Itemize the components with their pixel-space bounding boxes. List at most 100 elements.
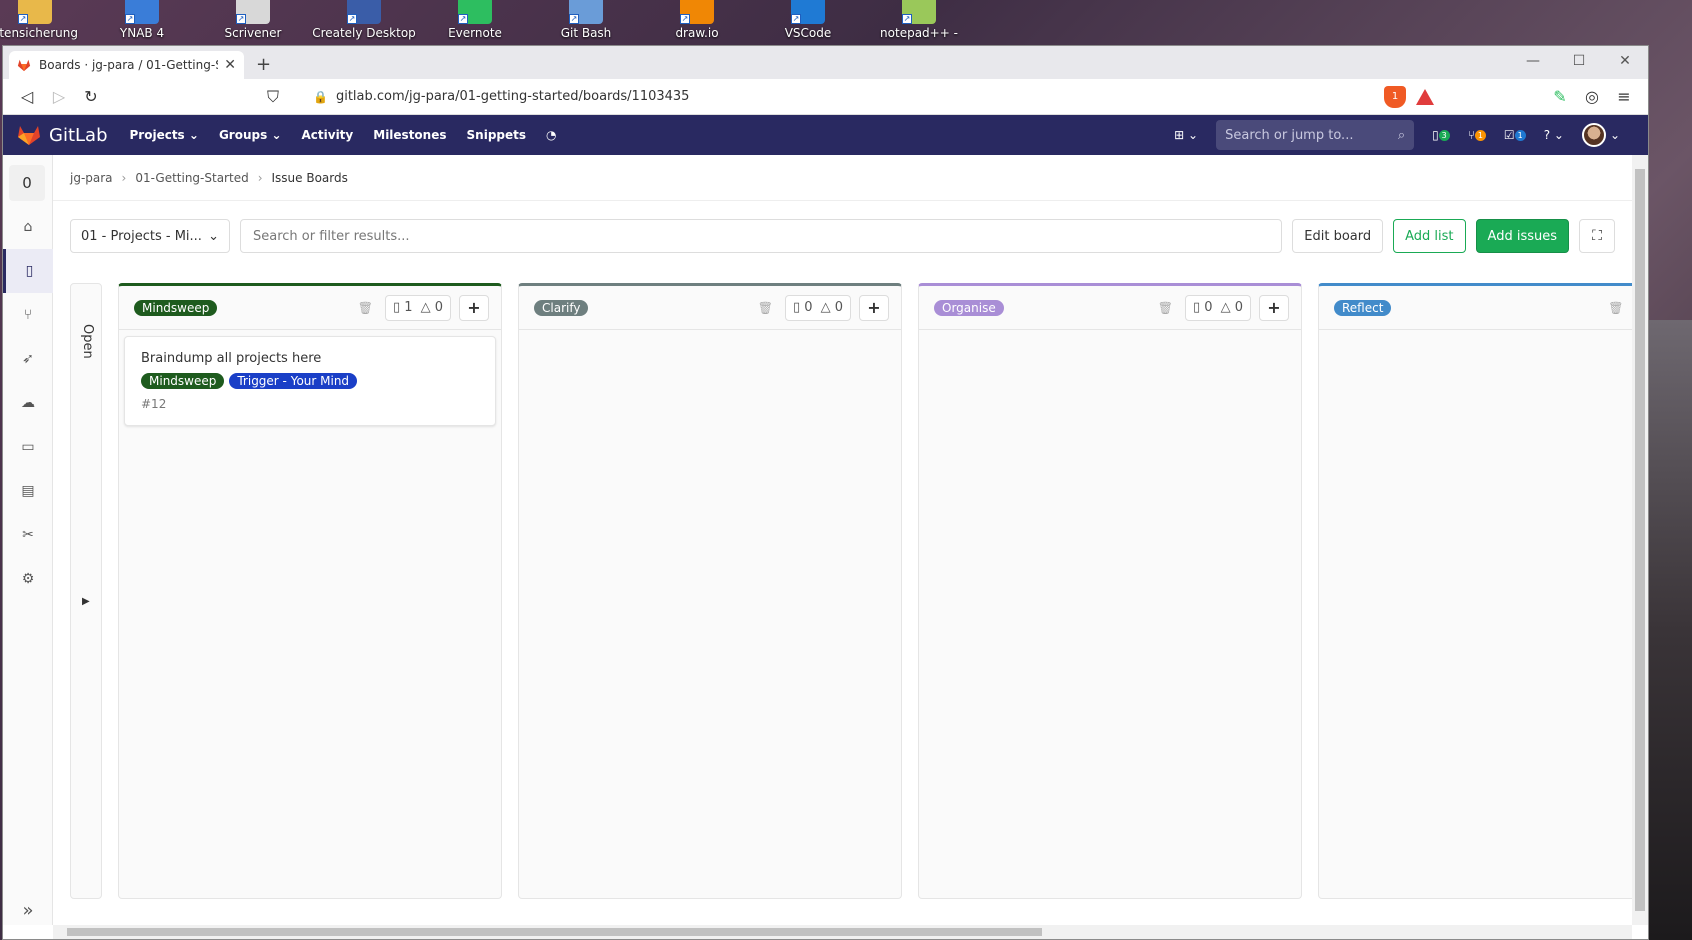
- browser-menu-icon[interactable]: ≡: [1608, 87, 1640, 106]
- close-window-icon[interactable]: ✕: [1602, 46, 1648, 76]
- brave-rewards-icon[interactable]: [1416, 88, 1434, 105]
- trash-icon[interactable]: 🗑: [758, 301, 773, 315]
- top-nav: Projects ⌄ Groups ⌄ Activity Milestones …: [130, 128, 557, 142]
- clipboard-icon[interactable]: ▤: [3, 469, 53, 513]
- issues-shortcut[interactable]: ▯ 3: [1432, 128, 1450, 142]
- global-search-input[interactable]: Search or jump to... ⌕: [1216, 120, 1415, 150]
- new-tab-icon[interactable]: +: [256, 54, 271, 75]
- desktop-icon-drawio[interactable]: ↗ draw.io: [642, 0, 752, 40]
- weight-icon: △: [1220, 300, 1231, 315]
- nav-milestones[interactable]: Milestones: [373, 128, 446, 142]
- nav-projects[interactable]: Projects ⌄: [130, 128, 199, 142]
- breadcrumb-current[interactable]: Issue Boards: [272, 171, 348, 185]
- brave-shield-icon[interactable]: 1: [1384, 85, 1406, 108]
- nav-groups[interactable]: Groups ⌄: [219, 128, 282, 142]
- caret-right-icon[interactable]: ▶: [82, 596, 90, 607]
- maximize-icon[interactable]: ☐: [1556, 46, 1602, 76]
- header-right: ⊞ ⌄ Search or jump to... ⌕ ▯ 3 ⑂ 1 ☑ 1 ? ⌄ …: [1174, 120, 1648, 150]
- project-avatar[interactable]: 0: [9, 165, 45, 201]
- user-menu[interactable]: ⌄: [1581, 123, 1620, 147]
- issues-nav-icon[interactable]: ▯: [3, 249, 53, 293]
- minimize-icon[interactable]: —: [1510, 46, 1556, 76]
- list-header: Clarify 🗑 ▯ 0 △ 0 +: [519, 286, 901, 330]
- desktop-icon-git-bash[interactable]: ↗ Git Bash: [531, 0, 641, 40]
- add-issue-button[interactable]: +: [1259, 294, 1289, 321]
- performance-bar-icon[interactable]: ◔: [546, 128, 556, 142]
- horizontal-scrollbar[interactable]: [53, 925, 1632, 939]
- close-tab-icon[interactable]: ✕: [224, 57, 236, 73]
- url-text: gitlab.com/jg-para/01-getting-started/bo…: [335, 89, 690, 104]
- operations-icon[interactable]: ☁: [3, 381, 53, 425]
- edit-board-button[interactable]: Edit board: [1292, 219, 1384, 253]
- scrollbar-thumb[interactable]: [67, 928, 1042, 936]
- issues-count: ▯ 1: [393, 300, 413, 315]
- trash-icon[interactable]: 🗑: [1158, 301, 1173, 315]
- issue-title[interactable]: Braindump all projects here: [141, 351, 479, 366]
- tab-bar: Boards · jg-para / 01-Getting-Start ✕ + …: [3, 46, 1648, 79]
- desktop-icon-creately[interactable]: ↗ Creately Desktop: [309, 0, 419, 40]
- open-list-label: Open: [80, 324, 95, 359]
- vscode-icon: ↗: [791, 0, 825, 24]
- new-item-dropdown[interactable]: ⊞ ⌄: [1174, 128, 1198, 142]
- help-icon: ?: [1543, 128, 1551, 142]
- back-icon[interactable]: ◁: [11, 83, 43, 111]
- collapse-sidebar-icon[interactable]: »: [3, 900, 53, 921]
- open-list-collapsed[interactable]: Open ▶: [70, 283, 102, 899]
- list-tools: 🗑 ▯ 0 △: [1608, 295, 1632, 321]
- filter-search-input[interactable]: Search or filter results...: [240, 219, 1283, 253]
- desktop-icon-ynab[interactable]: ↗ YNAB 4: [87, 0, 197, 40]
- breadcrumb-project[interactable]: 01-Getting-Started: [135, 171, 248, 185]
- desktop-icon-notepadpp[interactable]: ↗ notepad++ -: [864, 0, 974, 40]
- settings-gear-icon[interactable]: ⚙: [3, 557, 53, 601]
- desktop-icon-evernote[interactable]: ↗ Evernote: [420, 0, 530, 40]
- board-lists: Open ▶ Mindsweep 🗑 ▯ 1 △ 0 + Braindump a…: [70, 283, 1632, 899]
- desktop-icon-scrivener[interactable]: ↗ Scrivener: [198, 0, 308, 40]
- forward-icon[interactable]: ▷: [43, 83, 75, 111]
- todos-shortcut[interactable]: ☑ 1: [1504, 128, 1526, 142]
- scrivener-icon: ↗: [236, 0, 270, 24]
- expand-icon: ⛶: [1592, 228, 1602, 244]
- issue-label[interactable]: Trigger - Your Mind: [229, 373, 358, 389]
- merge-requests-nav-icon[interactable]: ⑂: [3, 293, 53, 337]
- bookmark-icon[interactable]: ⛉: [257, 83, 289, 111]
- issue-label[interactable]: Mindsweep: [141, 373, 225, 389]
- trash-icon[interactable]: 🗑: [1608, 301, 1623, 315]
- list-header: Mindsweep 🗑 ▯ 1 △ 0 +: [119, 286, 501, 330]
- list-header: Organise 🗑 ▯ 0 △ 0 +: [919, 286, 1301, 330]
- nav-snippets[interactable]: Snippets: [467, 128, 527, 142]
- help-dropdown[interactable]: ? ⌄: [1544, 128, 1564, 142]
- todo-check-icon: ☑: [1503, 128, 1515, 142]
- list-label[interactable]: Mindsweep: [134, 299, 218, 316]
- board-list-mindsweep: Mindsweep 🗑 ▯ 1 △ 0 + Braindump all proj…: [118, 283, 502, 899]
- list-label[interactable]: Clarify: [534, 299, 589, 316]
- monitor-icon[interactable]: ▭: [3, 425, 53, 469]
- add-list-button[interactable]: Add list: [1393, 219, 1466, 253]
- issue-card[interactable]: Braindump all projects here Mindsweep Tr…: [124, 336, 496, 426]
- scrollbar-thumb[interactable]: [1635, 169, 1645, 911]
- nav-activity[interactable]: Activity: [302, 128, 354, 142]
- browser-tab-active[interactable]: Boards · jg-para / 01-Getting-Start ✕: [9, 51, 244, 79]
- url-field[interactable]: 🔒 gitlab.com/jg-para/01-getting-started/…: [303, 82, 1378, 111]
- rocket-icon[interactable]: ➶: [3, 337, 53, 381]
- trash-icon[interactable]: 🗑: [358, 301, 373, 315]
- fullscreen-button[interactable]: ⛶: [1579, 219, 1615, 253]
- merge-requests-shortcut[interactable]: ⑂ 1: [1468, 128, 1486, 142]
- home-icon[interactable]: ⌂: [3, 205, 53, 249]
- plus-square-icon: ⊞: [1174, 128, 1185, 142]
- list-label[interactable]: Organise: [934, 299, 1004, 316]
- evernote-extension-icon[interactable]: ✎: [1544, 87, 1576, 106]
- snippets-scissors-icon[interactable]: ✂: [3, 513, 53, 557]
- board-selector[interactable]: 01 - Projects - Mi... ⌄: [70, 219, 230, 253]
- add-issue-button[interactable]: +: [859, 294, 889, 321]
- add-issues-button[interactable]: Add issues: [1475, 219, 1569, 253]
- reload-icon[interactable]: ↻: [75, 83, 107, 111]
- gitlab-logo[interactable]: GitLab: [17, 124, 108, 146]
- vertical-scrollbar[interactable]: [1632, 155, 1648, 925]
- breadcrumb: jg-para › 01-Getting-Started › Issue Boa…: [53, 155, 1632, 201]
- breadcrumb-group[interactable]: jg-para: [70, 171, 113, 185]
- desktop-icon-vscode[interactable]: ↗ VSCode: [753, 0, 863, 40]
- desktop-icon-datensicherung[interactable]: ↗ atensicherung: [0, 0, 90, 40]
- add-issue-button[interactable]: +: [459, 294, 489, 321]
- profile-icon[interactable]: ◎: [1576, 87, 1608, 106]
- list-label[interactable]: Reflect: [1334, 299, 1392, 316]
